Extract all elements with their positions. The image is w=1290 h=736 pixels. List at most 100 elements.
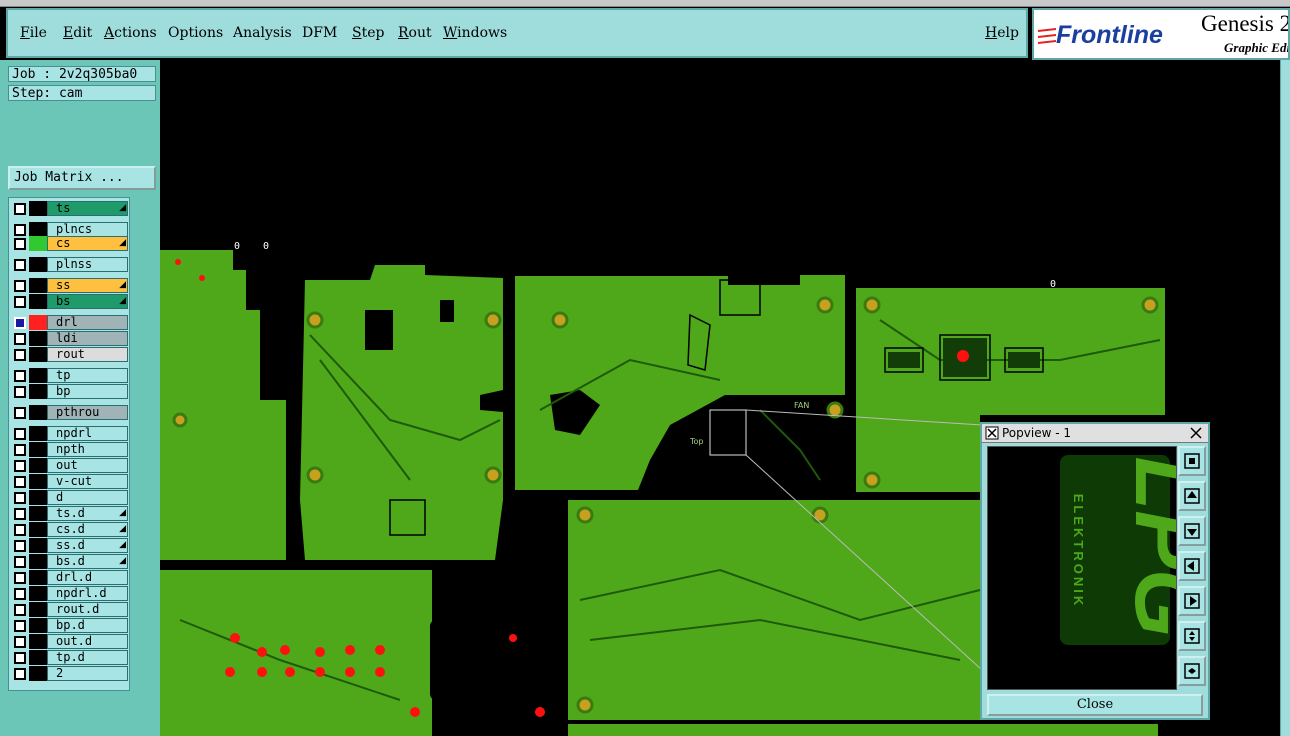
layer-row-tp[interactable]: tp <box>11 368 129 383</box>
layer-checkbox[interactable] <box>14 386 26 398</box>
zoom-out-button[interactable] <box>1178 656 1206 686</box>
menu-options[interactable]: Options <box>168 25 223 41</box>
layer-row-ts[interactable]: ts ◢ <box>11 201 129 216</box>
drill-hit <box>257 647 267 657</box>
layer-row-ts-d[interactable]: ts.d ◢ <box>11 506 129 521</box>
pan-right-button[interactable] <box>1178 586 1206 616</box>
layer-name: v-cut <box>47 474 128 489</box>
mounting-hole <box>306 311 324 329</box>
close-icon[interactable] <box>1189 426 1203 440</box>
layer-row-npth[interactable]: npth <box>11 442 129 457</box>
layer-checkbox[interactable] <box>14 224 26 236</box>
layer-row-rout-d[interactable]: rout.d <box>11 602 129 617</box>
layer-checkbox[interactable] <box>14 333 26 345</box>
layer-row-ss[interactable]: ss ◢ <box>11 278 129 293</box>
layer-checkbox[interactable] <box>14 407 26 419</box>
left-panel: Job : 2v2q305ba0 Step: cam Job Matrix ..… <box>0 60 160 736</box>
layer-checkbox[interactable] <box>14 203 26 215</box>
layer-row-bs-d[interactable]: bs.d ◢ <box>11 554 129 569</box>
layer-checkbox[interactable] <box>14 238 26 250</box>
layer-name: plnss <box>47 257 128 272</box>
layer-row-ldi[interactable]: ldi <box>11 331 129 346</box>
layer-checkbox[interactable] <box>14 508 26 520</box>
pan-down-button[interactable] <box>1178 516 1206 546</box>
layer-row-drl[interactable]: drl <box>11 315 129 330</box>
mounting-hole <box>172 412 188 428</box>
layer-row-plncs[interactable]: plncs <box>11 222 129 237</box>
layer-row-pthrou[interactable]: pthrou <box>11 405 129 420</box>
layer-row-out[interactable]: out <box>11 458 129 473</box>
layer-checkbox[interactable] <box>14 460 26 472</box>
job-matrix-button[interactable]: Job Matrix ... <box>8 166 156 190</box>
pan-left-button[interactable] <box>1178 551 1206 581</box>
layer-checkbox[interactable] <box>14 556 26 568</box>
layer-checkbox[interactable] <box>14 259 26 271</box>
layer-color-swatch <box>29 538 47 553</box>
mounting-hole <box>811 506 829 524</box>
layer-row-cs-d[interactable]: cs.d ◢ <box>11 522 129 537</box>
layer-checkbox[interactable] <box>14 620 26 632</box>
layer-checkbox[interactable] <box>14 572 26 584</box>
layer-checkbox[interactable] <box>14 604 26 616</box>
drill-hit <box>375 645 385 655</box>
layer-row-cs[interactable]: cs ◢ <box>11 236 129 251</box>
layer-checkbox[interactable] <box>14 370 26 382</box>
layer-checkbox[interactable] <box>14 588 26 600</box>
layer-name: cs.d <box>47 522 128 537</box>
layer-list: ts ◢ plncs cs ◢ plnss ss ◢ bs ◢ drl ldi rout tp bp pthr… <box>8 197 130 691</box>
layer-color-swatch <box>29 650 47 665</box>
layer-affected-icon: ◢ <box>119 540 126 550</box>
layer-checkbox[interactable] <box>14 668 26 680</box>
layer-checkbox[interactable] <box>14 540 26 552</box>
layer-checkbox[interactable] <box>14 349 26 361</box>
layer-affected-icon: ◢ <box>119 556 126 566</box>
menu-analysis[interactable]: Analysis <box>233 25 292 41</box>
layer-checkbox[interactable] <box>14 492 26 504</box>
menu-dfm[interactable]: DFM <box>302 25 337 41</box>
menu-file[interactable]: File <box>20 25 47 41</box>
arrow-up-icon <box>1184 488 1200 504</box>
menu-windows[interactable]: Windows <box>443 25 507 41</box>
layer-row-plnss[interactable]: plnss <box>11 257 129 272</box>
layer-row-bs[interactable]: bs ◢ <box>11 294 129 309</box>
drill-hit <box>957 350 969 362</box>
popview-close-button[interactable]: Close <box>987 694 1203 716</box>
layer-row-ss-d[interactable]: ss.d ◢ <box>11 538 129 553</box>
pan-up-button[interactable] <box>1178 481 1206 511</box>
zoom-in-button[interactable] <box>1178 621 1206 651</box>
menu-help[interactable]: Help <box>985 25 1019 41</box>
layer-row-d[interactable]: d <box>11 490 129 505</box>
menu-rout[interactable]: Rout <box>398 25 432 41</box>
layer-checkbox[interactable] <box>14 280 26 292</box>
popview-canvas[interactable]: LPG ELEKTRONIK <box>987 446 1177 690</box>
popview-title-bar[interactable]: Popview - 1 <box>982 424 1208 443</box>
layer-affected-icon: ◢ <box>119 280 126 290</box>
layer-checkbox[interactable] <box>14 428 26 440</box>
layer-row-v-cut[interactable]: v-cut <box>11 474 129 489</box>
layer-checkbox[interactable] <box>14 636 26 648</box>
layer-row-npdrl[interactable]: npdrl <box>11 426 129 441</box>
layer-row-npdrl-d[interactable]: npdrl.d <box>11 586 129 601</box>
layer-row-2[interactable]: 2 <box>11 666 129 681</box>
layer-checkbox[interactable] <box>14 476 26 488</box>
menu-step[interactable]: Step <box>352 25 384 41</box>
layer-checkbox[interactable] <box>14 444 26 456</box>
menu-actions[interactable]: Actions <box>104 25 157 41</box>
layer-row-drl-d[interactable]: drl.d <box>11 570 129 585</box>
drill-hit <box>175 259 181 265</box>
window-menu-icon[interactable] <box>985 426 999 440</box>
layer-row-bp[interactable]: bp <box>11 384 129 399</box>
zoom-fit-button[interactable] <box>1178 446 1206 476</box>
layer-row-rout[interactable]: rout <box>11 347 129 362</box>
layer-checkbox[interactable] <box>14 296 26 308</box>
step-label: Step: cam <box>8 85 156 101</box>
layer-checkbox[interactable] <box>14 524 26 536</box>
menu-edit[interactable]: Edit <box>63 25 92 41</box>
layer-row-tp-d[interactable]: tp.d <box>11 650 129 665</box>
layer-checkbox[interactable] <box>14 317 26 329</box>
layer-name: ldi <box>47 331 128 346</box>
mounting-hole <box>484 466 502 484</box>
layer-row-bp-d[interactable]: bp.d <box>11 618 129 633</box>
layer-row-out-d[interactable]: out.d <box>11 634 129 649</box>
layer-checkbox[interactable] <box>14 652 26 664</box>
